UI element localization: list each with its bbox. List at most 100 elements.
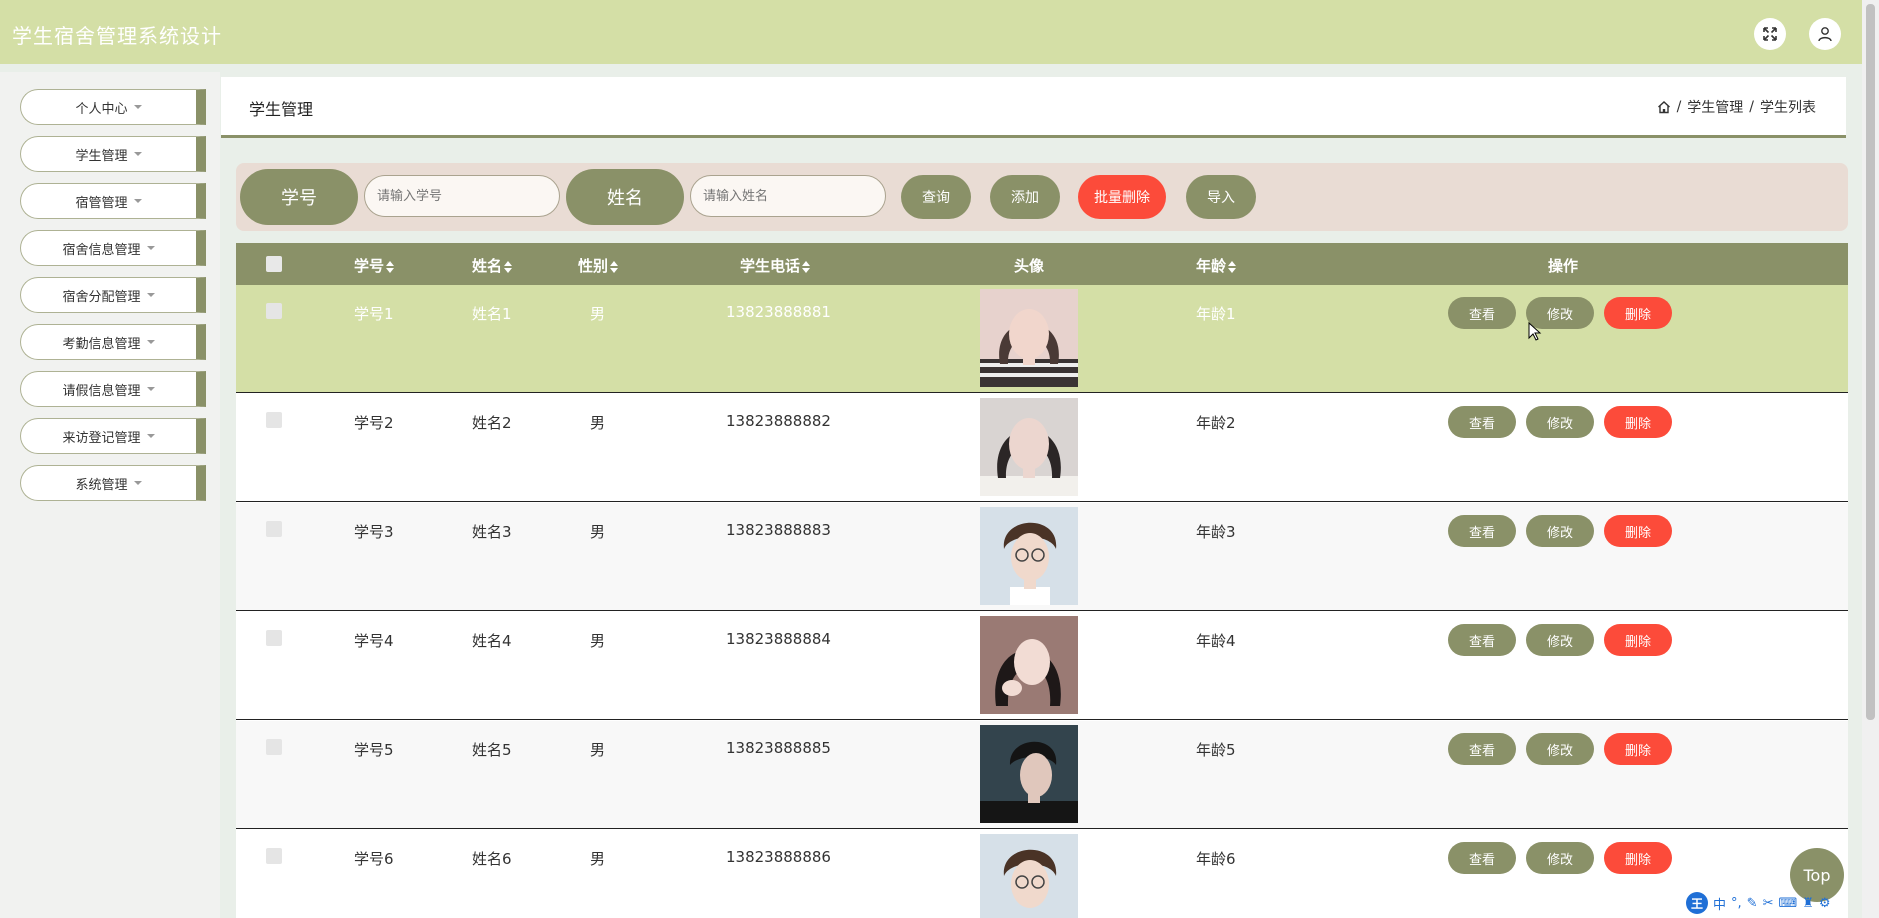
- delete-button[interactable]: 删除: [1604, 515, 1672, 547]
- home-icon[interactable]: [1657, 100, 1671, 114]
- sidebar-item-label: 请假信息管理: [62, 383, 141, 399]
- expand-icon[interactable]: [1754, 18, 1786, 50]
- sidebar-item-dorm-manager-management[interactable]: 宿管管理: [20, 183, 206, 219]
- row-checkbox[interactable]: [266, 303, 282, 319]
- row-checkbox[interactable]: [266, 739, 282, 755]
- row-checkbox[interactable]: [266, 412, 282, 428]
- avatar: [980, 616, 1078, 714]
- column-header-actions: 操作: [1548, 257, 1579, 275]
- cell-name: 姓名2: [472, 414, 512, 432]
- edit-button[interactable]: 修改: [1526, 515, 1594, 547]
- chevron-down-icon: [133, 152, 142, 156]
- avatar: [980, 725, 1078, 823]
- ime-punctuation-icon[interactable]: °,: [1731, 896, 1742, 911]
- cell-gender: 男: [590, 305, 606, 323]
- cell-name: 姓名5: [472, 741, 512, 759]
- cell-phone: 13823888882: [726, 412, 831, 430]
- avatar: [980, 507, 1078, 605]
- import-button[interactable]: 导入: [1186, 175, 1256, 219]
- chevron-down-icon: [146, 387, 155, 391]
- edit-button[interactable]: 修改: [1526, 842, 1594, 874]
- edit-button[interactable]: 修改: [1526, 406, 1594, 438]
- view-button[interactable]: 查看: [1448, 515, 1516, 547]
- cell-student-id: 学号6: [354, 850, 394, 868]
- row-checkbox[interactable]: [266, 521, 282, 537]
- ime-mode[interactable]: 中: [1713, 894, 1726, 913]
- delete-button[interactable]: 删除: [1604, 406, 1672, 438]
- cell-student-id: 学号2: [354, 414, 394, 432]
- chevron-down-icon: [146, 434, 155, 438]
- user-icon[interactable]: [1809, 18, 1841, 50]
- page-scrollbar[interactable]: [1862, 0, 1879, 918]
- sidebar-item-attendance-management[interactable]: 考勤信息管理: [20, 324, 206, 360]
- sidebar-item-label: 来访登记管理: [62, 430, 141, 446]
- edit-button[interactable]: 修改: [1526, 624, 1594, 656]
- sort-icon[interactable]: [386, 260, 395, 273]
- table-row[interactable]: 学号4 姓名4 男 13823888884 年龄4 查看 修改 删除: [236, 612, 1848, 720]
- ime-scissors-icon[interactable]: ✂: [1763, 896, 1774, 911]
- ime-keyboard-icon[interactable]: ⌨: [1778, 896, 1797, 911]
- delete-button[interactable]: 删除: [1604, 624, 1672, 656]
- ime-skin-icon[interactable]: ♜: [1802, 896, 1814, 911]
- table-row[interactable]: 学号5 姓名5 男 13823888885 年龄5 查看 修改 删除: [236, 721, 1848, 829]
- cell-age: 年龄2: [1196, 414, 1236, 432]
- delete-button[interactable]: 删除: [1604, 733, 1672, 765]
- row-checkbox[interactable]: [266, 630, 282, 646]
- name-input[interactable]: [690, 175, 886, 217]
- ime-pen-icon[interactable]: ✎: [1747, 896, 1758, 911]
- sort-icon[interactable]: [1228, 260, 1237, 273]
- search-bar: 学号 姓名 查询 添加 批量删除 导入: [236, 163, 1848, 231]
- view-button[interactable]: 查看: [1448, 406, 1516, 438]
- table-row[interactable]: 学号2 姓名2 男 13823888882 年龄2 查看 修改 删除: [236, 394, 1848, 502]
- sidebar-item-dorm-info-management[interactable]: 宿舍信息管理: [20, 230, 206, 266]
- column-header-phone[interactable]: 学生电话: [740, 255, 811, 276]
- breadcrumb-student-management[interactable]: 学生管理: [1687, 97, 1743, 117]
- cell-name: 姓名3: [472, 523, 512, 541]
- column-header-student-id[interactable]: 学号: [354, 255, 395, 276]
- table-row[interactable]: 学号6 姓名6 男 13823888886 年龄6 查看 修改 删除: [236, 830, 1848, 918]
- sidebar-item-personal-center[interactable]: 个人中心: [20, 89, 206, 125]
- edit-button[interactable]: 修改: [1526, 733, 1594, 765]
- sort-icon[interactable]: [802, 260, 811, 273]
- row-checkbox[interactable]: [266, 848, 282, 864]
- sidebar-item-dorm-allocation-management[interactable]: 宿舍分配管理: [20, 277, 206, 313]
- scroll-thumb[interactable]: [1866, 4, 1875, 720]
- top-bar: 学生宿舍管理系统设计: [0, 0, 1862, 64]
- sidebar-item-visitor-management[interactable]: 来访登记管理: [20, 418, 206, 454]
- sidebar: 个人中心 学生管理 宿管管理 宿舍信息管理 宿舍分配管理 考勤信息管理 请假信息…: [0, 72, 220, 918]
- add-button[interactable]: 添加: [990, 175, 1060, 219]
- student-id-input[interactable]: [364, 175, 560, 217]
- view-button[interactable]: 查看: [1448, 733, 1516, 765]
- query-button[interactable]: 查询: [901, 175, 971, 219]
- sidebar-item-student-management[interactable]: 学生管理: [20, 136, 206, 172]
- sidebar-item-leave-management[interactable]: 请假信息管理: [20, 371, 206, 407]
- avatar: [980, 398, 1078, 496]
- sort-icon[interactable]: [610, 260, 619, 273]
- ime-logo-icon[interactable]: 王: [1686, 892, 1708, 914]
- page-title: 学生管理: [249, 100, 314, 119]
- cell-gender: 男: [590, 632, 606, 650]
- select-all-checkbox[interactable]: [266, 256, 282, 272]
- column-header-age[interactable]: 年龄: [1196, 255, 1237, 276]
- view-button[interactable]: 查看: [1448, 624, 1516, 656]
- batch-delete-button[interactable]: 批量删除: [1078, 175, 1166, 219]
- delete-button[interactable]: 删除: [1604, 297, 1672, 329]
- sidebar-item-label: 个人中心: [75, 101, 128, 117]
- column-header-name[interactable]: 姓名: [472, 255, 513, 276]
- cell-student-id: 学号5: [354, 741, 394, 759]
- table-row[interactable]: 学号3 姓名3 男 13823888883 年龄3 查看 修改 删除: [236, 503, 1848, 611]
- table-row[interactable]: 学号1 姓名1 男 13823888881 年龄1 查看 修改 删除: [236, 285, 1848, 393]
- view-button[interactable]: 查看: [1448, 842, 1516, 874]
- delete-button[interactable]: 删除: [1604, 842, 1672, 874]
- cell-age: 年龄6: [1196, 850, 1236, 868]
- ime-settings-icon[interactable]: ⚙: [1819, 896, 1831, 911]
- sidebar-item-label: 考勤信息管理: [62, 336, 141, 352]
- cell-phone: 13823888886: [726, 848, 831, 866]
- sidebar-item-system-management[interactable]: 系统管理: [20, 465, 206, 501]
- cell-phone: 13823888884: [726, 630, 831, 648]
- column-header-gender[interactable]: 性别: [578, 255, 619, 276]
- view-button[interactable]: 查看: [1448, 297, 1516, 329]
- name-label: 姓名: [566, 169, 684, 225]
- sidebar-item-label: 宿舍信息管理: [62, 242, 141, 258]
- sort-icon[interactable]: [504, 260, 513, 273]
